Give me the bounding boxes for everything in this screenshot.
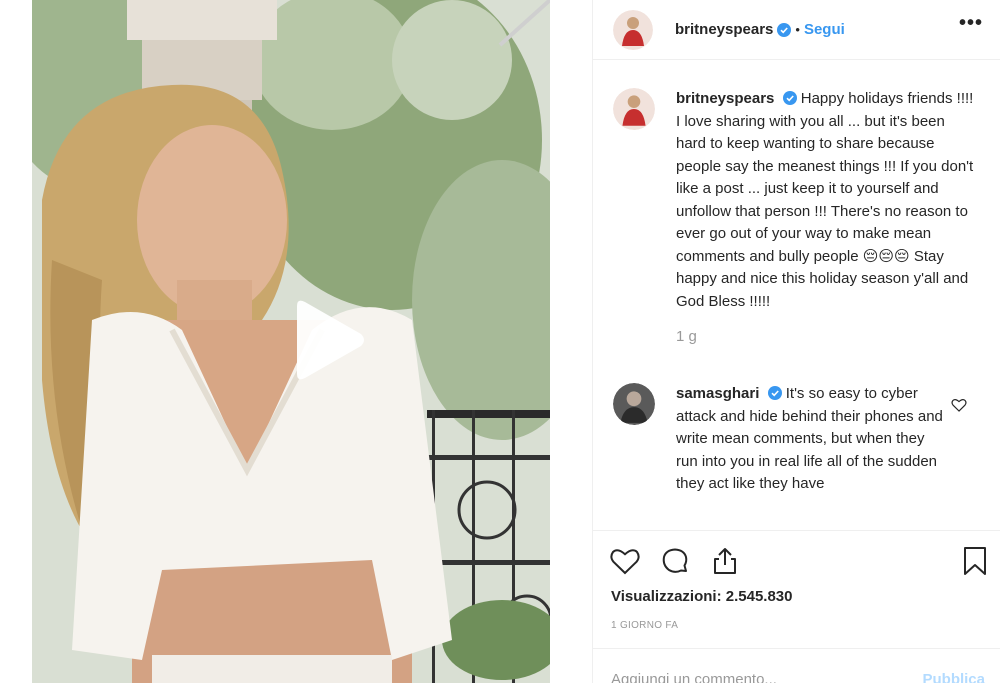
- post-panel: britneyspears • Segui ••• britneyspears: [592, 0, 1000, 683]
- caption-timestamp[interactable]: 1 g: [676, 326, 976, 349]
- comment-username[interactable]: samasghari: [676, 385, 759, 402]
- action-bar: Visualizzazioni: 2.545.830 1 GIORNO FA: [593, 530, 1000, 648]
- like-comment-heart-icon[interactable]: [951, 397, 967, 413]
- avatar-image: [613, 88, 655, 130]
- bookmark-icon[interactable]: [959, 545, 991, 577]
- caption-item: britneyspears Happy holidays friends !!!…: [613, 88, 983, 349]
- comment-body: samasghari It's so easy to cyber attack …: [676, 383, 946, 496]
- caption-avatar[interactable]: [613, 88, 655, 130]
- caption-body: britneyspears Happy holidays friends !!!…: [676, 88, 976, 349]
- post-date[interactable]: 1 GIORNO FA: [611, 620, 678, 631]
- add-comment-bar: Pubblica: [593, 648, 1000, 683]
- camera-mount-decoration: [498, 0, 550, 47]
- author-username[interactable]: britneyspears: [675, 21, 773, 38]
- more-options-icon[interactable]: •••: [959, 12, 983, 35]
- play-icon[interactable]: [287, 298, 367, 382]
- separator-dot: •: [795, 22, 800, 37]
- commenter-avatar[interactable]: [613, 383, 655, 425]
- avatar-image: [613, 383, 655, 425]
- avatar-image: [613, 9, 653, 50]
- post-header: britneyspears • Segui •••: [593, 0, 1000, 60]
- verified-badge-icon: [777, 22, 792, 37]
- share-icon[interactable]: [709, 545, 741, 577]
- verified-badge-icon: [782, 91, 797, 105]
- caption-text: Happy holidays friends !!!! I love shari…: [676, 90, 974, 310]
- follow-button[interactable]: Segui: [804, 21, 845, 38]
- comment-icon[interactable]: [659, 545, 691, 577]
- author-avatar[interactable]: [613, 9, 653, 50]
- comments-list[interactable]: britneyspears Happy holidays friends !!!…: [593, 61, 1000, 530]
- publish-button[interactable]: Pubblica: [922, 671, 985, 683]
- comment-item: samasghari It's so easy to cyber attack …: [613, 383, 983, 496]
- post-video[interactable]: [32, 0, 550, 683]
- heart-icon[interactable]: [609, 545, 641, 577]
- comment-input[interactable]: [611, 671, 891, 683]
- caption-username[interactable]: britneyspears: [676, 90, 774, 107]
- verified-badge-icon: [767, 386, 782, 400]
- views-count[interactable]: Visualizzazioni: 2.545.830: [611, 588, 792, 605]
